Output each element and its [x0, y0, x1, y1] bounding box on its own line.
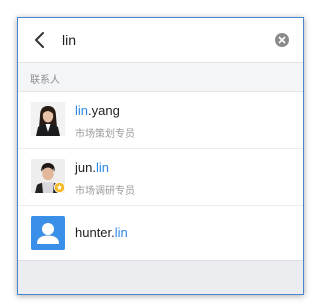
search-bar: [18, 18, 303, 63]
name-rest: .yang: [88, 103, 120, 118]
contact-title: 市场调研专员: [75, 186, 135, 197]
back-button[interactable]: [30, 28, 52, 52]
contact-results-list: lin.yang 市场策划专员 jun.lin 市场调研专员 hunter.li…: [18, 92, 303, 261]
name-match-highlight: lin: [95, 160, 109, 175]
name-match-highlight: lin: [75, 103, 89, 118]
chevron-left-icon: [35, 32, 44, 48]
contact-row[interactable]: lin.yang 市场策划专员: [18, 92, 303, 149]
contact-row[interactable]: hunter.lin: [18, 206, 303, 261]
contact-title: 市场策划专员: [75, 129, 135, 140]
clear-search-button[interactable]: [275, 33, 289, 47]
name-match-highlight: lin: [114, 225, 128, 240]
name-rest: jun.: [75, 160, 96, 175]
contact-name: lin.yang: [75, 103, 120, 118]
search-screen: 联系人 lin.yang 市场策划专员: [17, 17, 304, 295]
name-rest: hunter.: [75, 225, 115, 240]
star-badge-icon: [54, 182, 65, 193]
contact-name: jun.lin: [75, 160, 109, 175]
contact-name: hunter.lin: [75, 225, 128, 240]
section-header: 联系人: [18, 63, 303, 92]
female-photo-avatar: [31, 102, 65, 136]
screenshot-canvas: 联系人 lin.yang 市场策划专员: [0, 0, 320, 305]
contact-row[interactable]: jun.lin 市场调研专员: [18, 149, 303, 206]
close-icon: [278, 36, 286, 44]
search-input[interactable]: [62, 29, 262, 51]
default-person-icon: [31, 216, 65, 250]
section-title: 联系人: [30, 75, 60, 86]
male-photo-avatar: [31, 159, 65, 193]
